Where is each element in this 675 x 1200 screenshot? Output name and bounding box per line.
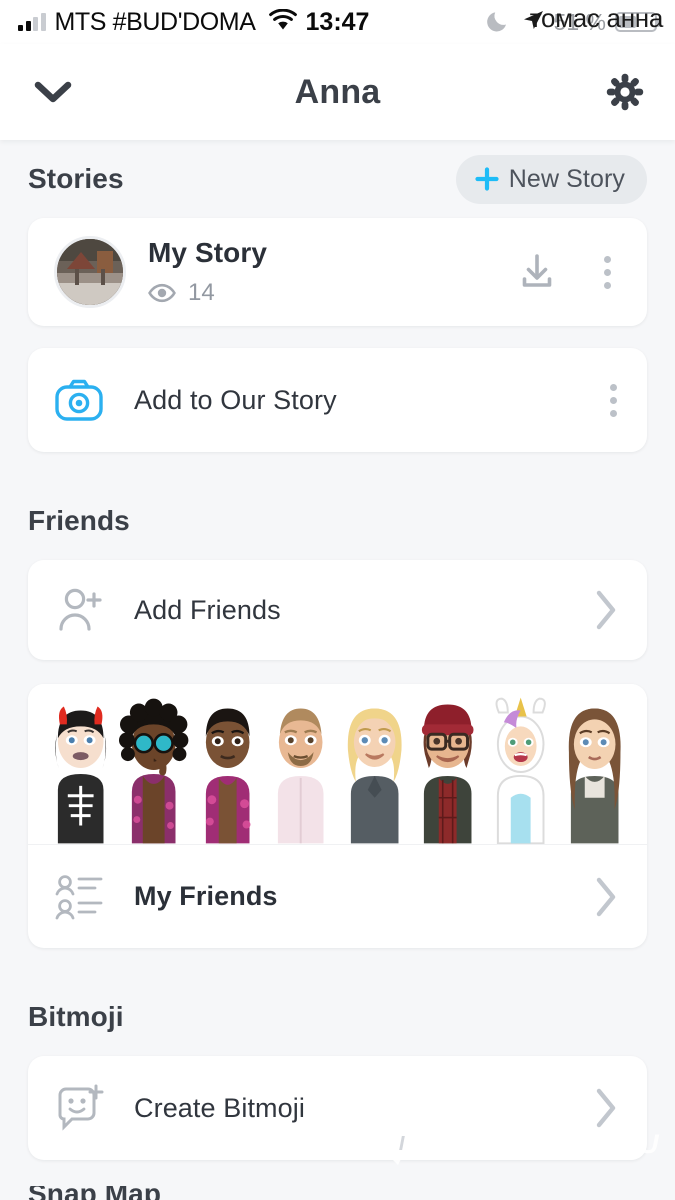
plus-icon xyxy=(474,166,500,192)
friends-title: Friends xyxy=(28,505,130,536)
page-title: Anna xyxy=(294,72,381,111)
bitmoji-section-header: Bitmoji xyxy=(28,978,647,1056)
friends-section-header: Friends xyxy=(28,482,647,560)
bitmoji-friends-strip[interactable] xyxy=(28,684,647,844)
my-friends-card[interactable]: My Friends xyxy=(28,684,647,948)
story-thumbnail[interactable] xyxy=(54,236,126,308)
status-bar-overlay-text: томас анна xyxy=(529,3,664,33)
chevron-right-icon[interactable] xyxy=(591,587,621,633)
bitmoji-avatar xyxy=(347,708,402,844)
bitmoji-avatar xyxy=(55,706,107,844)
bitmoji-avatar xyxy=(278,708,324,844)
bitmoji-avatar xyxy=(421,704,474,844)
bitmoji-avatar xyxy=(119,698,189,844)
next-section-title: Snap Map xyxy=(28,1186,161,1200)
add-friends-row[interactable]: Add Friends xyxy=(28,560,647,660)
create-bitmoji-label: Create Bitmoji xyxy=(134,1092,305,1123)
bitmoji-add-icon xyxy=(54,1083,112,1133)
eye-icon xyxy=(148,283,176,303)
friends-list-icon xyxy=(54,873,112,921)
download-icon[interactable] xyxy=(516,251,558,293)
add-to-our-story-row[interactable]: Add to Our Story xyxy=(28,348,647,452)
chevron-down-icon[interactable] xyxy=(30,77,76,107)
my-story-actions xyxy=(516,251,621,293)
add-friends-card[interactable]: Add Friends xyxy=(28,560,647,660)
more-options-icon[interactable] xyxy=(606,380,621,421)
chevron-right-icon[interactable] xyxy=(591,1085,621,1131)
app-header: Anna xyxy=(0,44,675,140)
bitmoji-avatar xyxy=(495,697,547,844)
chevron-right-icon[interactable] xyxy=(591,874,621,920)
main-content: Stories New Story My Story 14 Add to Our… xyxy=(0,140,675,1200)
my-story-card[interactable]: My Story 14 xyxy=(28,218,647,326)
add-person-icon xyxy=(54,585,112,635)
my-friends-label: My Friends xyxy=(134,881,278,911)
next-section-peek: Snap Map xyxy=(28,1186,161,1200)
add-friends-label: Add Friends xyxy=(134,594,281,625)
add-to-our-story-label: Add to Our Story xyxy=(134,384,337,415)
watermark-text: RECOMMEND.RU xyxy=(427,1129,659,1159)
moon-icon xyxy=(486,7,512,38)
stories-section-header: Stories New Story xyxy=(28,140,647,218)
camera-icon xyxy=(54,378,112,422)
more-options-icon[interactable] xyxy=(600,252,615,293)
gear-icon[interactable] xyxy=(605,72,645,112)
add-to-our-story-card[interactable]: Add to Our Story xyxy=(28,348,647,452)
my-story-row[interactable]: My Story 14 xyxy=(28,218,647,326)
my-story-views: 14 xyxy=(148,279,267,307)
site-watermark: I RECOMMEND.RU xyxy=(384,1129,659,1165)
my-friends-row[interactable]: My Friends xyxy=(28,844,647,948)
my-story-text: My Story 14 xyxy=(148,237,267,307)
bitmoji-avatar xyxy=(568,708,621,844)
bitmoji-title: Bitmoji xyxy=(28,1001,124,1032)
stories-title: Stories xyxy=(28,163,124,194)
my-story-view-count: 14 xyxy=(188,279,215,306)
watermark-badge-icon: I xyxy=(384,1129,419,1165)
new-story-button[interactable]: New Story xyxy=(455,154,647,204)
app-screen: MTS #BUD'DOMA 13:47 51 % томас анна Anna… xyxy=(0,0,675,1200)
bitmoji-avatar xyxy=(205,708,251,844)
new-story-label: New Story xyxy=(508,164,625,193)
status-bar: MTS #BUD'DOMA 13:47 51 % томас анна xyxy=(0,0,675,44)
my-story-title: My Story xyxy=(148,237,268,268)
